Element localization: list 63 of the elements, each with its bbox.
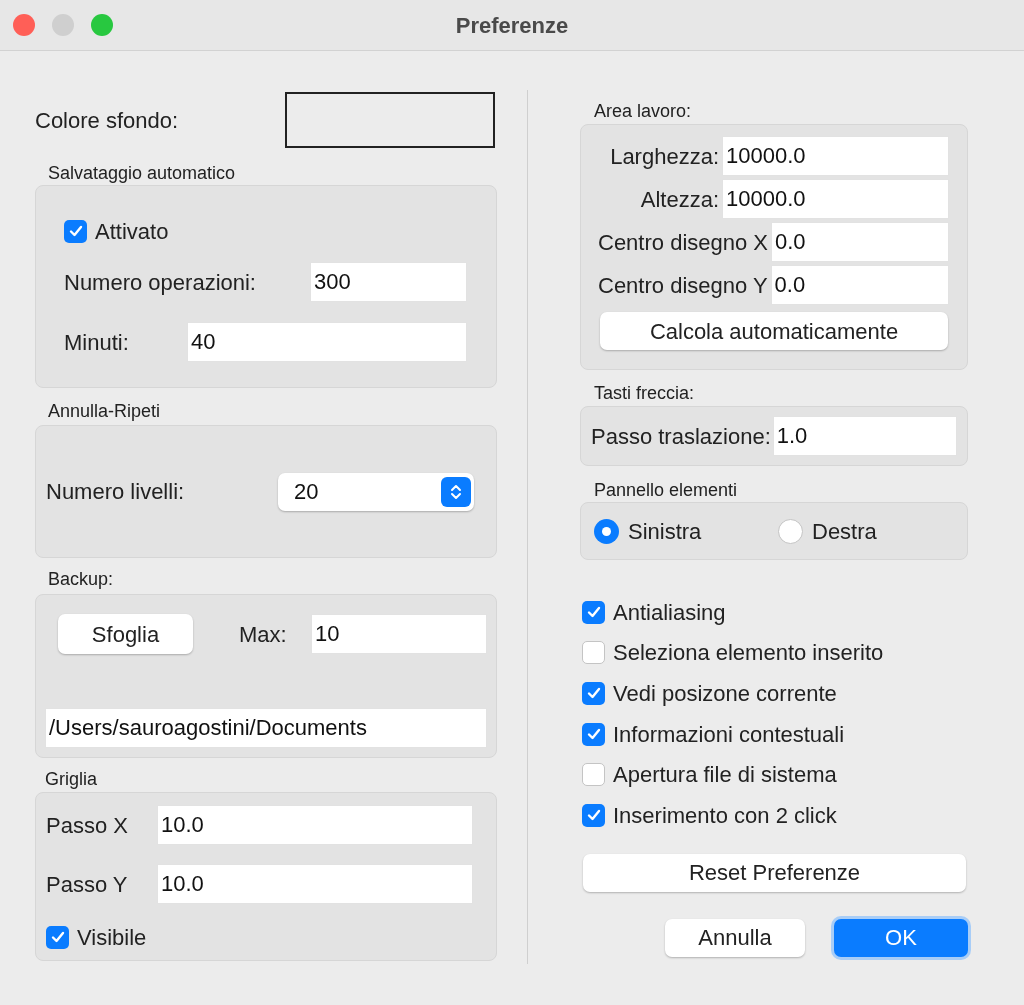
color-swatch[interactable] [285, 92, 495, 148]
group-title: Annulla-Ripeti [48, 401, 162, 421]
field-label: Colore sfondo: [35, 106, 179, 135]
auto-calc-button[interactable]: Calcola automaticamente [600, 312, 948, 350]
input-field[interactable]: 0.0 [772, 223, 948, 261]
field-label: Altezza: [639, 185, 720, 214]
dropdown[interactable]: 20 [278, 472, 474, 511]
field-label: Centro disegno X [598, 228, 769, 257]
input-field[interactable]: 10 [312, 615, 486, 653]
field-label: Passo X [46, 811, 129, 840]
field-label: Passo Y [46, 870, 129, 899]
field-label: Max: [239, 620, 288, 649]
input-field[interactable]: 1.0 [773, 417, 956, 455]
checkbox-label: Apertura file di sistema [613, 761, 837, 790]
stepper-icon [441, 476, 471, 507]
input-field[interactable]: 10.0 [158, 806, 472, 844]
cancel-button[interactable]: Annulla [665, 918, 805, 957]
field-label: Larghezza: [609, 142, 720, 171]
checkbox[interactable] [582, 682, 605, 705]
checkbox-label: Seleziona elemento inserito [613, 639, 884, 668]
field-label: Centro disegno Y [598, 271, 769, 300]
checkbox-label: Inserimento con 2 click [613, 801, 837, 830]
input-field[interactable]: /Users/sauroagostini/Documents [46, 709, 486, 747]
field-label: Passo traslazione: [591, 422, 772, 451]
input-field[interactable]: 10000.0 [723, 180, 948, 218]
input-field[interactable]: 0.0 [771, 266, 948, 304]
group-title: Salvataggio automatico [48, 163, 237, 183]
input-field[interactable]: 10.0 [158, 865, 472, 903]
group-title: Area lavoro: [594, 101, 693, 121]
radio-label: Destra [812, 517, 877, 546]
group-title: Pannello elementi [594, 480, 739, 500]
group-title: Griglia [45, 769, 98, 789]
checkbox-label: Antialiasing [613, 598, 726, 627]
checkbox-label: Informazioni contestuali [613, 720, 845, 749]
input-field[interactable]: 40 [188, 323, 466, 361]
group-title: Backup: [48, 569, 115, 589]
dropdown-value: 20 [294, 478, 319, 506]
input-field[interactable]: 10000.0 [723, 137, 948, 175]
checkbox[interactable] [64, 219, 87, 243]
checkbox[interactable] [582, 641, 605, 665]
checkbox[interactable] [582, 722, 605, 746]
checkbox-label: Visibile [77, 923, 147, 952]
field-label: Minuti: [64, 328, 130, 357]
checkbox[interactable] [46, 925, 69, 949]
checkbox[interactable] [582, 803, 605, 827]
window-title: Preferenze [455, 11, 569, 40]
input-field[interactable]: 300 [311, 263, 466, 301]
checkbox-label: Vedi posizone corrente [613, 680, 837, 708]
radio-label: Sinistra [628, 517, 702, 546]
close-button[interactable] [13, 14, 35, 36]
ok-button[interactable]: OK [834, 918, 968, 957]
group-title: Tasti freccia: [594, 383, 696, 403]
checkbox[interactable] [582, 763, 605, 787]
checkbox[interactable] [582, 600, 605, 624]
checkbox-label: Attivato [95, 217, 169, 246]
browse-button[interactable]: Sfoglia [58, 614, 193, 654]
check-icon [49, 929, 66, 945]
radio-button[interactable] [778, 518, 803, 544]
field-label: Numero livelli: [46, 478, 186, 506]
check-icon [67, 223, 84, 239]
radio-button[interactable] [594, 518, 619, 544]
reset-button[interactable]: Reset Preferenze [583, 853, 966, 892]
field-label: Numero operazioni: [64, 268, 257, 297]
